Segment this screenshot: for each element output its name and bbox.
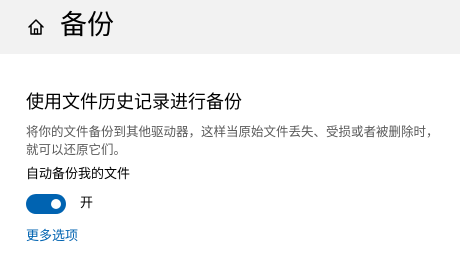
toggle-state-text: 开 (80, 196, 94, 211)
toggle-knob (51, 199, 61, 209)
page-title: 备份 (60, 10, 114, 41)
more-options-link[interactable]: 更多选项 (26, 228, 78, 246)
section-heading: 使用文件历史记录进行备份 (26, 92, 242, 113)
auto-backup-toggle[interactable] (26, 194, 66, 214)
backup-settings-page: 备份 使用文件历史记录进行备份 将你的文件备份到其他驱动器，这样当原始文件丢失、… (0, 0, 460, 273)
auto-backup-label: 自动备份我的文件 (26, 167, 131, 182)
home-icon[interactable] (26, 17, 46, 37)
section-description: 将你的文件备份到其他驱动器，这样当原始文件丢失、受损或者被删除时，就可以还原它们… (26, 124, 439, 157)
page-header: 备份 (0, 0, 460, 54)
